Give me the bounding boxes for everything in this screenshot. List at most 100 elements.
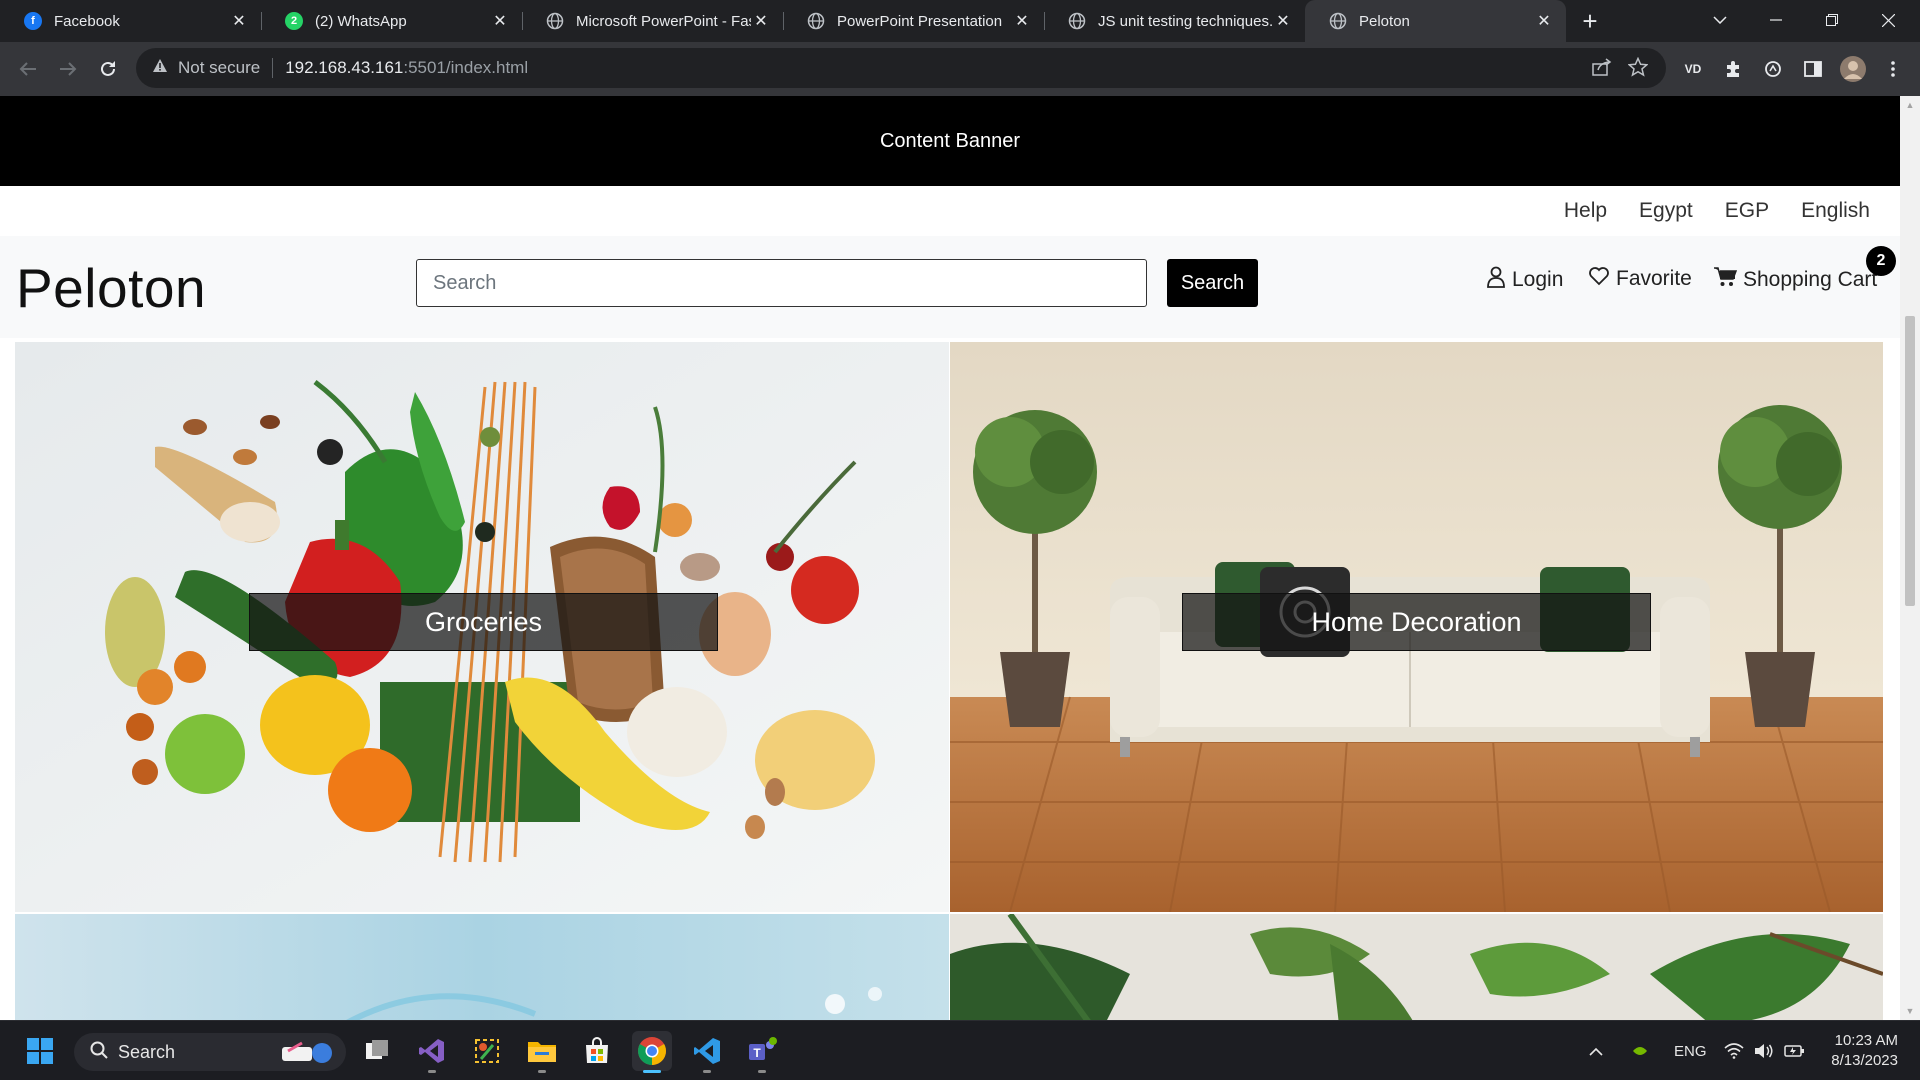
scrollbar-thumb[interactable]: [1905, 316, 1915, 606]
browser-tab-strip: f Facebook ✕ 2 (2) WhatsApp ✕ Microsoft …: [0, 0, 1920, 42]
globe-icon: [1068, 12, 1086, 30]
nvidia-icon[interactable]: [1632, 1021, 1648, 1080]
tab-powerpoint-presentation[interactable]: PowerPoint Presentation ✕: [783, 0, 1044, 42]
close-icon[interactable]: ✕: [490, 11, 510, 31]
content-banner: Content Banner: [0, 96, 1900, 186]
security-status[interactable]: Not secure: [178, 58, 260, 78]
tab-title: JS unit testing techniques.p: [1098, 12, 1273, 30]
running-indicator: [643, 1070, 661, 1073]
url-host: 192.168.43.161: [285, 58, 404, 77]
warning-icon[interactable]: [152, 58, 168, 78]
login-link[interactable]: Login: [1486, 266, 1563, 294]
cart-icon: [1713, 266, 1743, 294]
running-indicator: [538, 1070, 546, 1073]
globe-icon: [807, 12, 825, 30]
help-link[interactable]: Help: [1564, 199, 1607, 223]
url-path: :5501/index.html: [403, 58, 529, 77]
category-tile-groceries[interactable]: Groceries: [15, 342, 949, 912]
close-icon[interactable]: ✕: [229, 11, 249, 31]
favorite-label: Favorite: [1616, 267, 1692, 290]
scroll-down-arrow[interactable]: ▼: [1900, 1006, 1920, 1016]
tab-title: Facebook: [54, 12, 120, 30]
site-logo[interactable]: Peloton: [16, 256, 206, 320]
divider: [272, 58, 274, 78]
shopping-cart-link[interactable]: Shopping Cart: [1713, 266, 1877, 294]
side-panel-icon[interactable]: [1796, 52, 1830, 86]
currency-link[interactable]: EGP: [1725, 199, 1769, 223]
windows-taskbar: Search T ENG 10:23 AM 8/13/2023: [0, 1020, 1920, 1080]
category-image-4: [950, 914, 1883, 1020]
visual-studio-icon[interactable]: [412, 1031, 452, 1073]
minimize-icon[interactable]: [1748, 0, 1804, 40]
language-link[interactable]: English: [1801, 199, 1870, 223]
language-indicator[interactable]: ENG: [1674, 1021, 1707, 1080]
show-hidden-icons[interactable]: [1589, 1021, 1603, 1080]
user-icon: [1486, 266, 1512, 294]
search-input[interactable]: [416, 259, 1147, 307]
teams-icon[interactable]: T: [742, 1031, 782, 1073]
scroll-up-arrow[interactable]: ▲: [1900, 100, 1920, 110]
close-icon[interactable]: ✕: [1534, 11, 1554, 31]
snipping-tool-icon[interactable]: [467, 1031, 507, 1071]
clock-time: 10:23 AM: [1834, 1032, 1898, 1049]
favorite-link[interactable]: Favorite: [1588, 266, 1692, 292]
address-bar[interactable]: Not secure 192.168.43.161:5501/index.htm…: [136, 48, 1666, 88]
browser-menu-icon[interactable]: [1876, 52, 1910, 86]
category-tile-4[interactable]: [950, 914, 1883, 1020]
windows-start-icon[interactable]: [20, 1031, 60, 1071]
svg-text:T: T: [753, 1046, 761, 1060]
close-window-icon[interactable]: [1860, 0, 1916, 40]
category-label-home-decoration[interactable]: Home Decoration: [1182, 593, 1651, 651]
category-label-groceries[interactable]: Groceries: [249, 593, 718, 651]
extensions-puzzle-icon[interactable]: [1716, 52, 1750, 86]
microsoft-store-icon[interactable]: [577, 1031, 617, 1071]
close-icon[interactable]: ✕: [751, 11, 771, 31]
category-tile-home-decoration[interactable]: Home Decoration: [950, 342, 1883, 912]
taskbar-search[interactable]: Search: [74, 1033, 346, 1071]
cart-label: Shopping Cart: [1743, 268, 1878, 291]
bookmark-star-icon[interactable]: [1627, 56, 1649, 82]
share-icon[interactable]: [1592, 58, 1612, 81]
tab-js-unit-testing[interactable]: JS unit testing techniques.p ✕: [1044, 0, 1305, 42]
top-utility-nav: Help Egypt EGP English: [0, 186, 1900, 236]
file-explorer-icon[interactable]: [522, 1031, 562, 1073]
running-indicator: [428, 1070, 436, 1073]
browser-toolbar: Not secure 192.168.43.161:5501/index.htm…: [0, 42, 1920, 96]
tab-powerpoint-fast[interactable]: Microsoft PowerPoint - Fast ✕: [522, 0, 783, 42]
country-link[interactable]: Egypt: [1639, 199, 1693, 223]
page-scrollbar[interactable]: ▲ ▼: [1900, 96, 1920, 1020]
back-icon[interactable]: [8, 49, 48, 89]
tab-title: Peloton: [1359, 12, 1410, 30]
globe-icon: [1329, 12, 1347, 30]
tab-facebook[interactable]: f Facebook ✕: [0, 0, 261, 42]
close-icon[interactable]: ✕: [1273, 11, 1293, 31]
search-button[interactable]: Search: [1167, 259, 1258, 307]
tab-search-icon[interactable]: [1692, 0, 1748, 40]
heart-icon: [1588, 266, 1616, 292]
category-tile-3[interactable]: [15, 914, 949, 1020]
clock-date: 8/13/2023: [1831, 1052, 1898, 1069]
sync-extension-icon[interactable]: [1756, 52, 1790, 86]
battery-icon[interactable]: [1784, 1021, 1806, 1080]
close-icon[interactable]: ✕: [1012, 11, 1032, 31]
globe-icon: [546, 12, 564, 30]
volume-icon[interactable]: [1754, 1021, 1774, 1080]
tab-whatsapp[interactable]: 2 (2) WhatsApp ✕: [261, 0, 522, 42]
tab-title: (2) WhatsApp: [315, 12, 407, 30]
extension-vd[interactable]: VD: [1676, 52, 1710, 86]
forward-icon[interactable]: [48, 49, 88, 89]
reload-icon[interactable]: [88, 49, 128, 89]
running-indicator: [703, 1070, 711, 1073]
tab-title: PowerPoint Presentation: [837, 12, 1003, 30]
tab-peloton[interactable]: Peloton ✕: [1305, 0, 1566, 42]
search-highlight-icon: [278, 1037, 338, 1072]
profile-avatar[interactable]: [1836, 52, 1870, 86]
tab-title: Microsoft PowerPoint - Fast: [576, 12, 751, 30]
system-clock[interactable]: 10:23 AM 8/13/2023: [1831, 1031, 1898, 1071]
wifi-icon[interactable]: [1724, 1021, 1744, 1080]
task-view-icon[interactable]: [357, 1031, 397, 1071]
new-tab-button[interactable]: +: [1570, 0, 1610, 42]
chrome-icon[interactable]: [632, 1031, 672, 1073]
restore-icon[interactable]: [1804, 0, 1860, 40]
vscode-icon[interactable]: [687, 1031, 727, 1073]
